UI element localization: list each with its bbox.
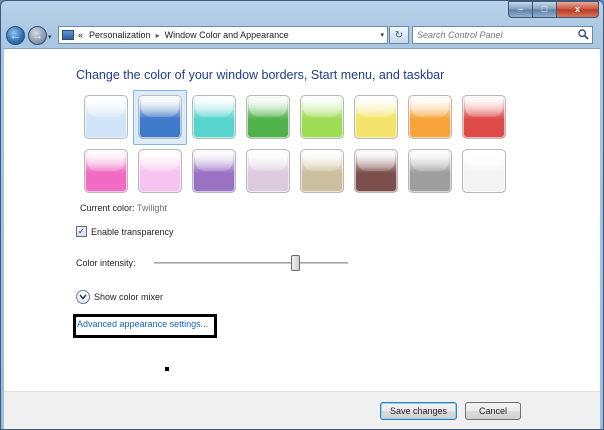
show-color-mixer-label: Show color mixer — [94, 292, 164, 302]
color-intensity-slider-track[interactable] — [154, 262, 348, 264]
show-color-mixer-toggle[interactable]: Show color mixer — [76, 290, 163, 304]
minimize-icon: – — [517, 4, 523, 14]
search-input[interactable] — [413, 27, 573, 43]
color-swatch-sea[interactable] — [192, 95, 236, 139]
recent-pages-dropdown-icon[interactable]: ▾ — [48, 33, 52, 41]
maximize-button[interactable]: □ — [533, 1, 557, 18]
address-bar[interactable]: « Personalization ▸ Window Color and App… — [58, 26, 388, 44]
footer-bar: Save changes Cancel — [4, 391, 600, 429]
minimize-button[interactable]: – — [508, 1, 533, 18]
transparency-checkbox[interactable]: ✓ — [76, 226, 87, 237]
window: – □ x ← → ▾ « Personalization ▸ Window C… — [0, 0, 604, 430]
color-swatch-pumpkin[interactable] — [408, 95, 452, 139]
advanced-appearance-link[interactable]: Advanced appearance settings... — [77, 319, 208, 329]
color-swatch-frost[interactable] — [462, 149, 506, 193]
color-swatch-twilight[interactable] — [138, 95, 182, 139]
caption-buttons: – □ x — [508, 1, 599, 18]
page-title: Change the color of your window borders,… — [76, 68, 445, 82]
color-swatch-ruby[interactable] — [462, 95, 506, 139]
color-swatch-lavender[interactable] — [246, 149, 290, 193]
breadcrumb-separator-icon[interactable]: ▸ — [156, 31, 160, 40]
address-dropdown-icon[interactable]: ▾ — [380, 31, 384, 39]
transparency-label: Enable transparency — [91, 226, 174, 237]
color-swatch-leaf[interactable] — [246, 95, 290, 139]
maximize-icon: □ — [541, 4, 548, 14]
color-swatch-fuchsia[interactable] — [84, 149, 128, 193]
color-swatch-slate[interactable] — [408, 149, 452, 193]
forward-button[interactable]: → — [28, 26, 47, 45]
cursor-dot — [165, 367, 169, 371]
close-button[interactable]: x — [557, 1, 599, 18]
color-swatch-taupe[interactable] — [300, 149, 344, 193]
back-button[interactable]: ← — [6, 26, 25, 45]
color-swatch-lime[interactable] — [300, 95, 344, 139]
content-panel: Change the color of your window borders,… — [4, 48, 600, 429]
current-color: Current color: Twilight — [80, 203, 167, 213]
search-icon[interactable] — [578, 29, 589, 40]
color-swatch-chocolate[interactable] — [354, 149, 398, 193]
breadcrumb-personalization[interactable]: Personalization — [89, 30, 151, 40]
search-box[interactable] — [412, 26, 593, 44]
refresh-icon: ↻ — [394, 29, 404, 41]
color-swatch-sky[interactable] — [84, 95, 128, 139]
close-icon: x — [574, 4, 580, 14]
color-intensity-slider-thumb[interactable] — [290, 255, 300, 271]
current-color-label: Current color: — [80, 203, 135, 213]
color-swatch-blush[interactable] — [138, 149, 182, 193]
chevron-down-icon[interactable] — [76, 290, 90, 304]
breadcrumb-window-color[interactable]: Window Color and Appearance — [165, 30, 289, 40]
current-color-value: Twilight — [136, 203, 167, 213]
forward-arrow-icon: → — [32, 29, 43, 42]
back-arrow-icon: ← — [10, 29, 21, 42]
refresh-button[interactable]: ↻ — [389, 26, 409, 44]
cancel-button[interactable]: Cancel — [465, 402, 521, 420]
color-swatch-violet[interactable] — [192, 149, 236, 193]
breadcrumb-overflow[interactable]: « — [78, 30, 83, 40]
navigation-bar: ← → ▾ « Personalization ▸ Window Color a… — [1, 23, 603, 47]
color-intensity-label: Color intensity: — [76, 258, 136, 268]
color-swatch-sun[interactable] — [354, 95, 398, 139]
control-panel-icon — [62, 30, 74, 40]
save-changes-button[interactable]: Save changes — [380, 402, 457, 420]
enable-transparency-row[interactable]: ✓ Enable transparency — [76, 226, 174, 237]
